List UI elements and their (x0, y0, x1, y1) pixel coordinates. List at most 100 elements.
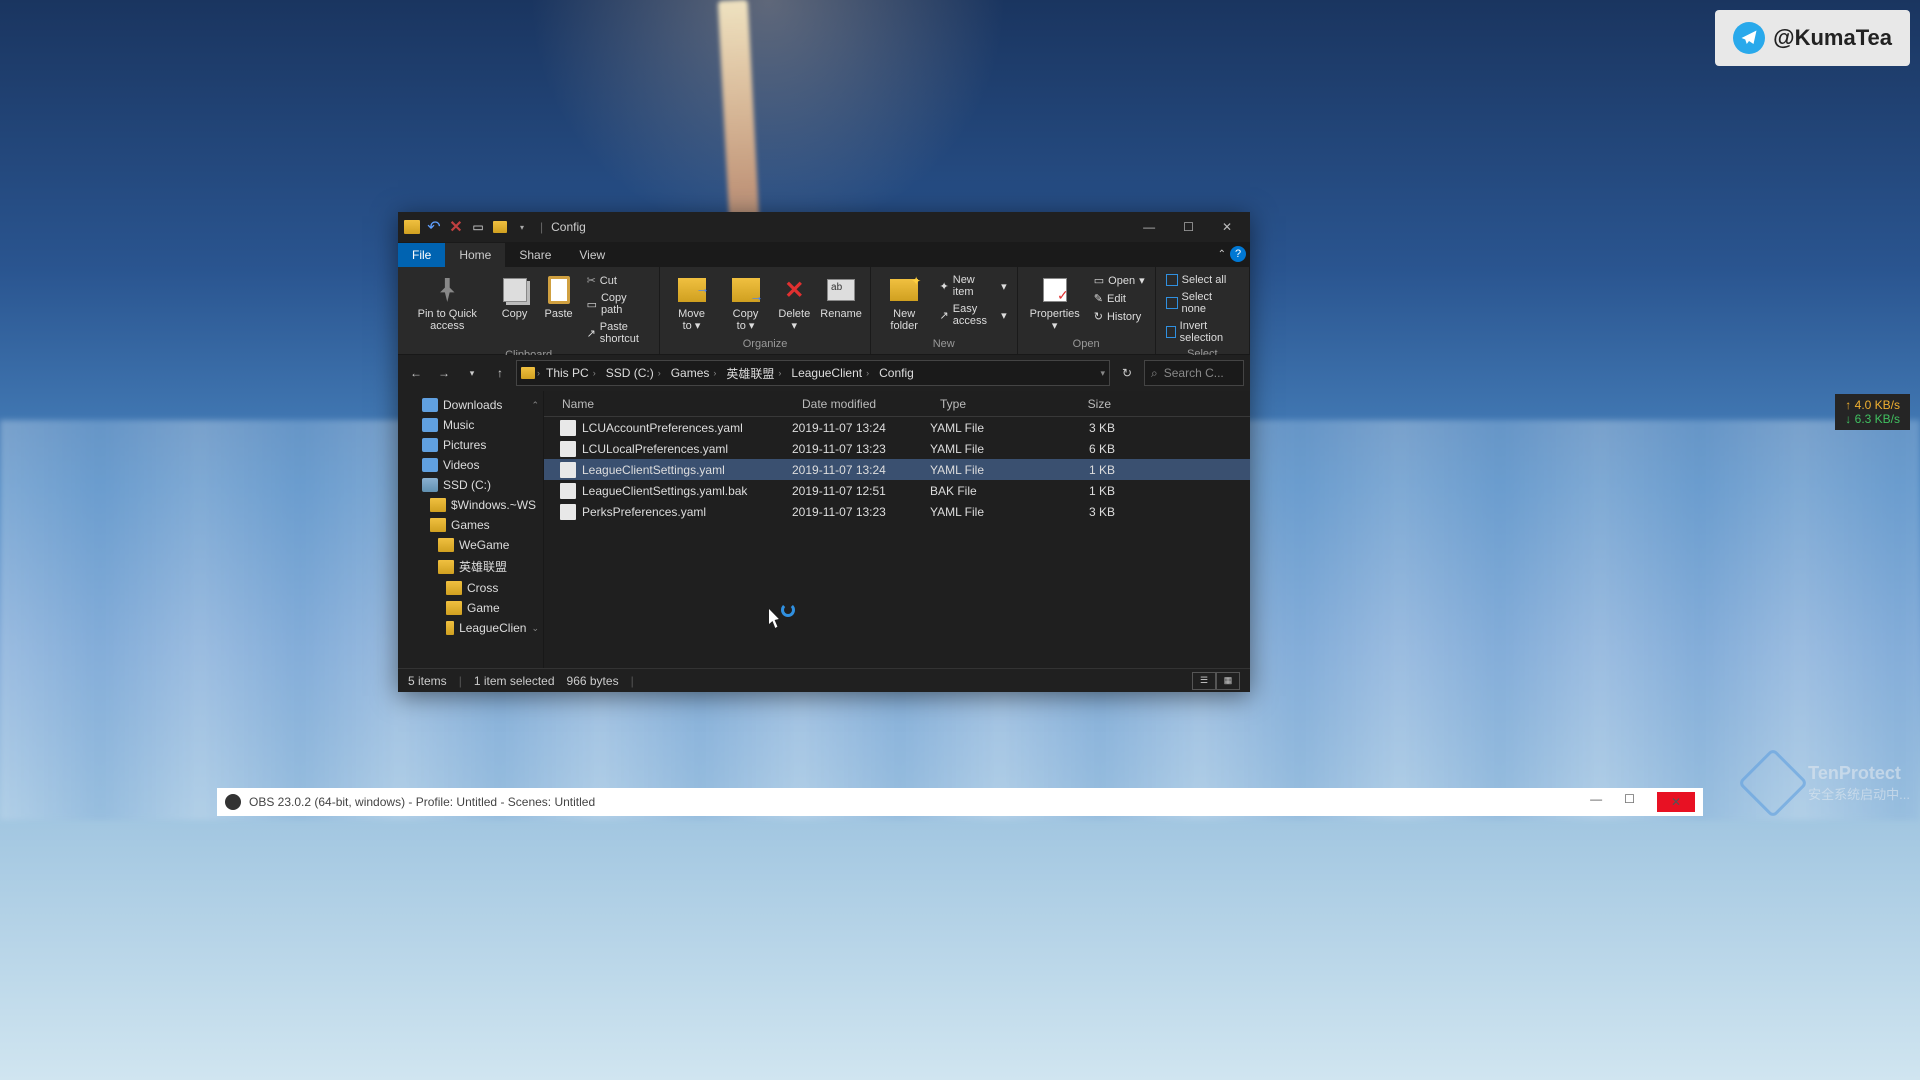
file-row[interactable]: LeagueClientSettings.yaml.bak 2019-11-07… (544, 480, 1250, 501)
breadcrumb-ssd[interactable]: SSD (C:)› (602, 364, 665, 382)
scissors-icon: ✂ (587, 274, 596, 287)
file-list-area[interactable]: Name Date modified Type Size LCUAccountP… (544, 391, 1250, 668)
sidebar-games-folder[interactable]: Games (398, 515, 543, 535)
breadcrumb-config[interactable]: Config (875, 364, 918, 382)
column-type[interactable]: Type (930, 397, 1045, 411)
breadcrumb-leagueclient[interactable]: LeagueClient› (787, 364, 873, 382)
breadcrumb-games[interactable]: Games› (667, 364, 721, 382)
select-all-button[interactable]: Select all (1162, 272, 1243, 288)
file-size: 3 KB (1045, 421, 1115, 435)
tab-share[interactable]: Share (505, 243, 565, 267)
paste-button[interactable]: Paste (539, 272, 579, 322)
undo-button[interactable]: ↶ (424, 217, 444, 237)
rename-icon (827, 279, 855, 301)
invert-selection-button[interactable]: Invert selection (1162, 318, 1243, 346)
details-view-button[interactable]: ☰ (1192, 672, 1216, 690)
file-icon (560, 504, 576, 520)
easy-access-button[interactable]: ↗Easy access ▾ (936, 301, 1011, 329)
sidebar-game-folder[interactable]: Game (398, 598, 543, 618)
qat-dropdown[interactable]: ▾ (512, 217, 532, 237)
tab-file[interactable]: File (398, 243, 445, 267)
cut-button[interactable]: ✂Cut (583, 272, 654, 289)
sidebar-videos[interactable]: Videos (398, 455, 543, 475)
sidebar-cross-folder[interactable]: Cross (398, 578, 543, 598)
redo-button[interactable]: ✕ (446, 217, 466, 237)
address-folder-icon (521, 367, 535, 379)
close-button[interactable]: ✕ (1208, 214, 1246, 240)
breadcrumb-lol[interactable]: 英雄联盟› (722, 363, 785, 384)
move-to-button[interactable]: Move to ▾ (666, 272, 717, 334)
sidebar-lol-folder[interactable]: 英雄联盟 (398, 555, 543, 578)
obs-icon (225, 794, 241, 810)
tab-home[interactable]: Home (445, 243, 505, 267)
select-all-icon (1166, 274, 1178, 286)
copy-to-button[interactable]: Copy to ▾ (721, 272, 771, 334)
sidebar-windows-folder[interactable]: $Windows.~WS (398, 495, 543, 515)
obs-minimize-button[interactable]: — (1590, 792, 1602, 812)
column-size[interactable]: Size (1045, 397, 1122, 411)
recent-dropdown[interactable]: ▾ (460, 361, 484, 385)
videos-icon (422, 458, 438, 472)
file-row[interactable]: LCUAccountPreferences.yaml 2019-11-07 13… (544, 417, 1250, 438)
file-date: 2019-11-07 12:51 (792, 484, 930, 498)
sidebar-music[interactable]: Music (398, 415, 543, 435)
breadcrumb-this-pc[interactable]: This PC› (542, 364, 600, 382)
pictures-icon (422, 438, 438, 452)
address-dropdown[interactable]: ▾ (1100, 368, 1105, 379)
obs-taskbar-window[interactable]: OBS 23.0.2 (64-bit, windows) - Profile: … (217, 788, 1703, 816)
copy-path-button[interactable]: ▭Copy path (583, 290, 654, 318)
tab-view[interactable]: View (565, 243, 619, 267)
obs-maximize-button[interactable]: ☐ (1624, 792, 1635, 812)
downloads-icon (422, 398, 438, 412)
file-date: 2019-11-07 13:23 (792, 505, 930, 519)
select-none-button[interactable]: Select none (1162, 289, 1243, 317)
folder-icon (430, 498, 446, 512)
sidebar-pictures[interactable]: Pictures (398, 435, 543, 455)
refresh-button[interactable]: ↻ (1114, 360, 1140, 386)
file-size: 6 KB (1045, 442, 1115, 456)
column-headers[interactable]: Name Date modified Type Size (544, 391, 1250, 417)
new-folder-button[interactable]: New folder (877, 272, 932, 334)
sidebar-wegame-folder[interactable]: WeGame (398, 535, 543, 555)
edit-button[interactable]: ✎Edit (1090, 290, 1149, 307)
new-item-button[interactable]: ✦New item ▾ (936, 272, 1011, 300)
status-bytes: 966 bytes (567, 674, 619, 688)
rename-button[interactable]: Rename (818, 272, 864, 322)
copy-button[interactable]: Copy (495, 272, 535, 322)
paste-shortcut-button[interactable]: ↗Paste shortcut (583, 319, 654, 347)
file-row[interactable]: LeagueClientSettings.yaml 2019-11-07 13:… (544, 459, 1250, 480)
up-button[interactable]: ↑ (488, 361, 512, 385)
file-type: YAML File (930, 421, 1045, 435)
sidebar-downloads[interactable]: Downloads⌃ (398, 395, 543, 415)
delete-button[interactable]: ✕ Delete▾ (774, 272, 814, 334)
collapse-ribbon-button[interactable]: ⌃ (1218, 249, 1226, 260)
properties-qat-button[interactable]: ▭ (468, 217, 488, 237)
pin-to-quick-access-button[interactable]: Pin to Quick access (404, 272, 491, 334)
new-folder-qat-button[interactable] (490, 217, 510, 237)
properties-button[interactable]: Properties▾ (1024, 272, 1086, 334)
file-row[interactable]: LCULocalPreferences.yaml 2019-11-07 13:2… (544, 438, 1250, 459)
maximize-button[interactable]: ☐ (1169, 214, 1208, 240)
obs-close-button[interactable]: ✕ (1657, 792, 1695, 812)
minimize-button[interactable]: — (1129, 214, 1169, 240)
sidebar-ssd[interactable]: SSD (C:) (398, 475, 543, 495)
sidebar-leagueclient-folder[interactable]: LeagueClien⌄ (398, 618, 543, 638)
file-date: 2019-11-07 13:24 (792, 463, 930, 477)
status-bar: 5 items | 1 item selected 966 bytes | ☰ … (398, 668, 1250, 692)
properties-icon (1043, 278, 1067, 302)
forward-button[interactable]: → (432, 361, 456, 385)
column-name[interactable]: Name (544, 397, 792, 411)
history-button[interactable]: ↻History (1090, 308, 1149, 325)
status-selected-count: 1 item selected (474, 674, 555, 688)
thumbnails-view-button[interactable]: ▦ (1216, 672, 1240, 690)
file-row[interactable]: PerksPreferences.yaml 2019-11-07 13:23 Y… (544, 501, 1250, 522)
navigation-pane[interactable]: Downloads⌃ Music Pictures Videos SSD (C:… (398, 391, 544, 668)
open-button[interactable]: ▭Open ▾ (1090, 272, 1149, 289)
search-input[interactable]: ⌕ Search C... (1144, 360, 1244, 386)
address-bar[interactable]: › This PC› SSD (C:)› Games› 英雄联盟› League… (516, 360, 1110, 386)
column-date[interactable]: Date modified (792, 397, 930, 411)
search-icon: ⌕ (1151, 366, 1158, 381)
title-bar[interactable]: ↶ ✕ ▭ ▾ | Config — ☐ ✕ (398, 212, 1250, 242)
help-button[interactable]: ? (1230, 246, 1246, 262)
back-button[interactable]: ← (404, 361, 428, 385)
